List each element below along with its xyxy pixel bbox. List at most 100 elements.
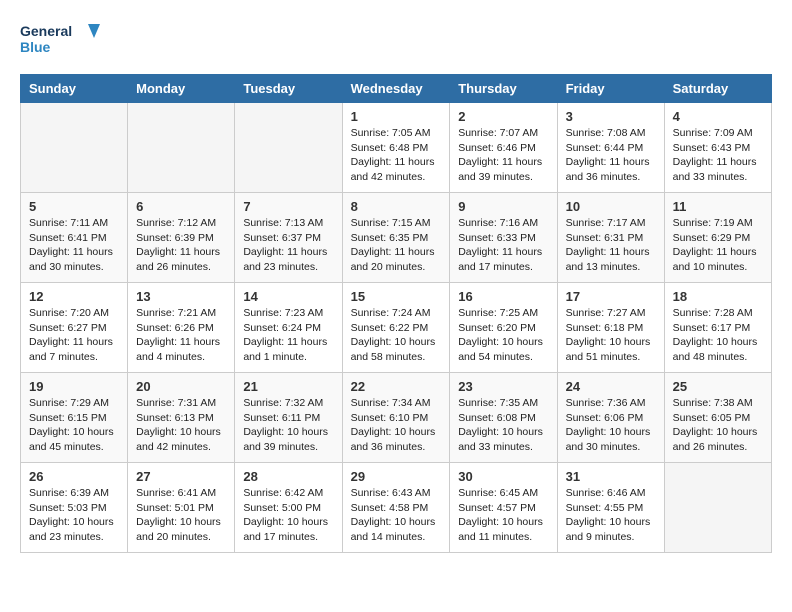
day-info: Sunrise: 7:31 AM Sunset: 6:13 PM Dayligh…: [136, 396, 226, 455]
day-cell: 27Sunrise: 6:41 AM Sunset: 5:01 PM Dayli…: [128, 463, 235, 553]
day-info: Sunrise: 7:24 AM Sunset: 6:22 PM Dayligh…: [351, 306, 442, 365]
day-number: 9: [458, 199, 548, 214]
day-cell: 26Sunrise: 6:39 AM Sunset: 5:03 PM Dayli…: [21, 463, 128, 553]
day-cell: 16Sunrise: 7:25 AM Sunset: 6:20 PM Dayli…: [450, 283, 557, 373]
day-info: Sunrise: 7:23 AM Sunset: 6:24 PM Dayligh…: [243, 306, 333, 365]
day-info: Sunrise: 7:29 AM Sunset: 6:15 PM Dayligh…: [29, 396, 119, 455]
day-cell: 31 Sunrise: 6:46 AM Sunset: 4:55 PM Dayli…: [557, 463, 664, 553]
day-cell: 15 Sunrise: 7:24 AM Sunset: 6:22 PM Dayli…: [342, 283, 450, 373]
svg-text:Blue: Blue: [20, 39, 51, 55]
day-info: Sunrise: 7:11 AM Sunset: 6:41 PM Dayligh…: [29, 216, 119, 275]
day-number: 4: [673, 109, 763, 124]
day-info: Sunrise: 7:15 AM Sunset: 6:35 PM Dayligh…: [351, 216, 442, 275]
day-number: 18: [673, 289, 763, 304]
day-number: 28: [243, 469, 333, 484]
week-row-1: 1 Sunrise: 7:05 AM Sunset: 6:48 PM Daylig…: [21, 103, 772, 193]
day-number: 10: [566, 199, 656, 214]
week-row-3: 12 Sunrise: 7:20 AM Sunset: 6:27 PM Dayli…: [21, 283, 772, 373]
header: General Blue: [20, 20, 772, 64]
day-number: 23: [458, 379, 548, 394]
day-number: 24: [566, 379, 656, 394]
day-info: Sunrise: 6:43 AM Sunset: 4:58 PM Dayligh…: [351, 486, 442, 545]
day-info: Sunrise: 6:46 AM Sunset: 4:55 PM Dayligh…: [566, 486, 656, 545]
day-cell: 1 Sunrise: 7:05 AM Sunset: 6:48 PM Daylig…: [342, 103, 450, 193]
day-info: Sunrise: 6:39 AM Sunset: 5:03 PM Dayligh…: [29, 486, 119, 545]
header-row: SundayMondayTuesdayWednesdayThursdayFrid…: [21, 75, 772, 103]
day-cell: 9Sunrise: 7:16 AM Sunset: 6:33 PM Daylig…: [450, 193, 557, 283]
day-number: 13: [136, 289, 226, 304]
day-number: 30: [458, 469, 548, 484]
day-cell: 17 Sunrise: 7:27 AM Sunset: 6:18 PM Dayli…: [557, 283, 664, 373]
day-cell: [128, 103, 235, 193]
day-info: Sunrise: 7:25 AM Sunset: 6:20 PM Dayligh…: [458, 306, 548, 365]
day-cell: [235, 103, 342, 193]
day-number: 7: [243, 199, 333, 214]
day-number: 3: [566, 109, 656, 124]
col-header-sunday: Sunday: [21, 75, 128, 103]
day-cell: 12 Sunrise: 7:20 AM Sunset: 6:27 PM Dayli…: [21, 283, 128, 373]
col-header-wednesday: Wednesday: [342, 75, 450, 103]
day-info: Sunrise: 7:36 AM Sunset: 6:06 PM Dayligh…: [566, 396, 656, 455]
day-cell: 3 Sunrise: 7:08 AM Sunset: 6:44 PM Daylig…: [557, 103, 664, 193]
week-row-2: 5 Sunrise: 7:11 AM Sunset: 6:41 PM Daylig…: [21, 193, 772, 283]
day-number: 6: [136, 199, 226, 214]
day-info: Sunrise: 6:45 AM Sunset: 4:57 PM Dayligh…: [458, 486, 548, 545]
day-cell: 25Sunrise: 7:38 AM Sunset: 6:05 PM Dayli…: [664, 373, 771, 463]
logo-svg: General Blue: [20, 20, 100, 64]
day-number: 15: [351, 289, 442, 304]
day-cell: 14Sunrise: 7:23 AM Sunset: 6:24 PM Dayli…: [235, 283, 342, 373]
day-cell: 4 Sunrise: 7:09 AM Sunset: 6:43 PM Daylig…: [664, 103, 771, 193]
day-number: 8: [351, 199, 442, 214]
day-cell: 23 Sunrise: 7:35 AM Sunset: 6:08 PM Dayli…: [450, 373, 557, 463]
day-cell: 2 Sunrise: 7:07 AM Sunset: 6:46 PM Daylig…: [450, 103, 557, 193]
day-info: Sunrise: 7:13 AM Sunset: 6:37 PM Dayligh…: [243, 216, 333, 275]
col-header-friday: Friday: [557, 75, 664, 103]
day-cell: 20 Sunrise: 7:31 AM Sunset: 6:13 PM Dayli…: [128, 373, 235, 463]
day-info: Sunrise: 7:27 AM Sunset: 6:18 PM Dayligh…: [566, 306, 656, 365]
day-info: Sunrise: 7:28 AM Sunset: 6:17 PM Dayligh…: [673, 306, 763, 365]
day-cell: 10 Sunrise: 7:17 AM Sunset: 6:31 PM Dayli…: [557, 193, 664, 283]
day-cell: 22Sunrise: 7:34 AM Sunset: 6:10 PM Dayli…: [342, 373, 450, 463]
day-info: Sunrise: 7:08 AM Sunset: 6:44 PM Dayligh…: [566, 126, 656, 185]
day-number: 19: [29, 379, 119, 394]
day-info: Sunrise: 7:20 AM Sunset: 6:27 PM Dayligh…: [29, 306, 119, 365]
day-number: 5: [29, 199, 119, 214]
day-cell: 13Sunrise: 7:21 AM Sunset: 6:26 PM Dayli…: [128, 283, 235, 373]
col-header-tuesday: Tuesday: [235, 75, 342, 103]
day-cell: 5 Sunrise: 7:11 AM Sunset: 6:41 PM Daylig…: [21, 193, 128, 283]
col-header-saturday: Saturday: [664, 75, 771, 103]
day-number: 20: [136, 379, 226, 394]
day-cell: 11 Sunrise: 7:19 AM Sunset: 6:29 PM Dayli…: [664, 193, 771, 283]
day-number: 12: [29, 289, 119, 304]
day-cell: [21, 103, 128, 193]
day-cell: 6 Sunrise: 7:12 AM Sunset: 6:39 PM Daylig…: [128, 193, 235, 283]
day-info: Sunrise: 7:12 AM Sunset: 6:39 PM Dayligh…: [136, 216, 226, 275]
day-number: 31: [566, 469, 656, 484]
day-cell: 28Sunrise: 6:42 AM Sunset: 5:00 PM Dayli…: [235, 463, 342, 553]
day-info: Sunrise: 7:35 AM Sunset: 6:08 PM Dayligh…: [458, 396, 548, 455]
day-info: Sunrise: 7:07 AM Sunset: 6:46 PM Dayligh…: [458, 126, 548, 185]
svg-text:General: General: [20, 23, 72, 39]
week-row-5: 26Sunrise: 6:39 AM Sunset: 5:03 PM Dayli…: [21, 463, 772, 553]
day-info: Sunrise: 7:05 AM Sunset: 6:48 PM Dayligh…: [351, 126, 442, 185]
logo: General Blue: [20, 20, 100, 64]
day-info: Sunrise: 7:09 AM Sunset: 6:43 PM Dayligh…: [673, 126, 763, 185]
day-info: Sunrise: 7:19 AM Sunset: 6:29 PM Dayligh…: [673, 216, 763, 275]
day-number: 2: [458, 109, 548, 124]
day-cell: 24 Sunrise: 7:36 AM Sunset: 6:06 PM Dayli…: [557, 373, 664, 463]
day-number: 11: [673, 199, 763, 214]
day-info: Sunrise: 7:32 AM Sunset: 6:11 PM Dayligh…: [243, 396, 333, 455]
day-cell: 29 Sunrise: 6:43 AM Sunset: 4:58 PM Dayli…: [342, 463, 450, 553]
col-header-monday: Monday: [128, 75, 235, 103]
day-cell: 8 Sunrise: 7:15 AM Sunset: 6:35 PM Daylig…: [342, 193, 450, 283]
day-number: 17: [566, 289, 656, 304]
day-number: 21: [243, 379, 333, 394]
week-row-4: 19 Sunrise: 7:29 AM Sunset: 6:15 PM Dayli…: [21, 373, 772, 463]
day-number: 1: [351, 109, 442, 124]
day-number: 25: [673, 379, 763, 394]
day-number: 29: [351, 469, 442, 484]
calendar-table: SundayMondayTuesdayWednesdayThursdayFrid…: [20, 74, 772, 553]
day-info: Sunrise: 7:17 AM Sunset: 6:31 PM Dayligh…: [566, 216, 656, 275]
day-cell: 21 Sunrise: 7:32 AM Sunset: 6:11 PM Dayli…: [235, 373, 342, 463]
day-cell: [664, 463, 771, 553]
